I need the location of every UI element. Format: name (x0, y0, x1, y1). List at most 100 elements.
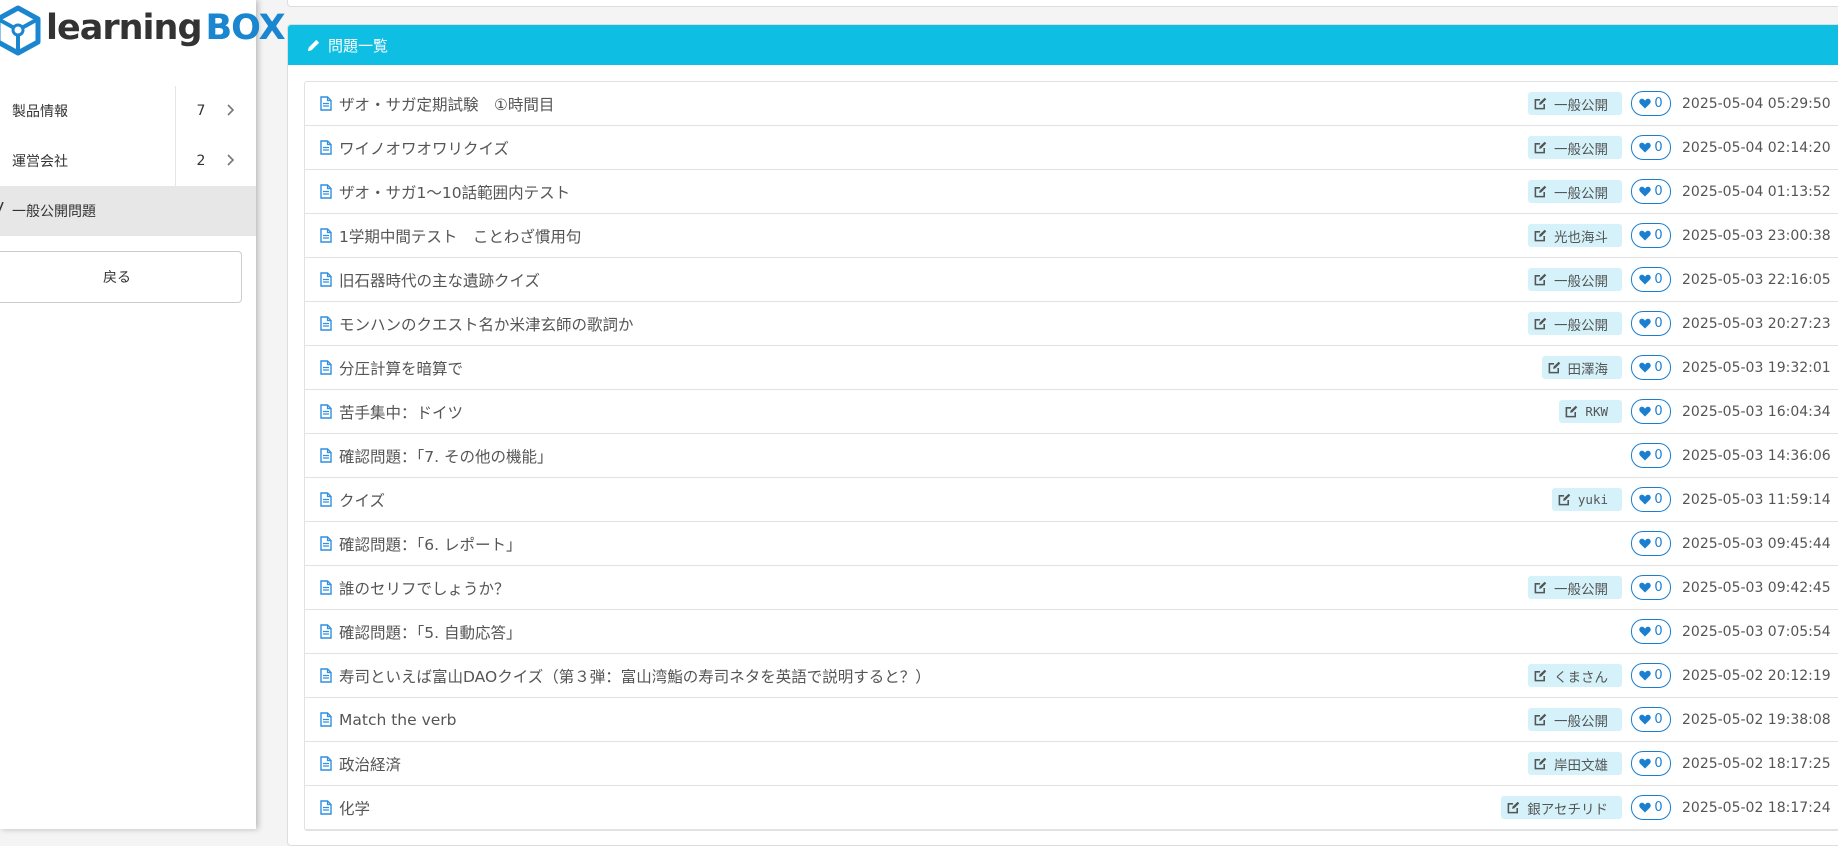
question-date: 2025-05-03 19:32:01 (1682, 359, 1831, 376)
like-button[interactable]: 0 (1631, 707, 1671, 732)
author-tag: 光也海斗 (1528, 224, 1622, 247)
like-button[interactable]: 0 (1631, 751, 1671, 776)
question-date: 2025-05-03 16:04:34 (1682, 403, 1831, 420)
logo[interactable]: learning BOX (0, 0, 286, 62)
panel-title: 問題一覧 (328, 36, 389, 55)
logo-cube-icon (0, 5, 41, 56)
author-tag: yuki (1551, 488, 1622, 511)
heart-icon (1639, 142, 1654, 153)
question-row[interactable]: 確認問題：「6. レポート」 0 2025-05-03 09:45:44 (305, 522, 1838, 566)
heart-icon (1639, 670, 1654, 681)
author-tag: 一般公開 (1528, 708, 1622, 731)
sidebar-item-label: 運営会社 (12, 154, 68, 170)
sidebar-item-company[interactable]: 運営会社 2 (0, 136, 256, 186)
question-title[interactable]: ザオ・サガ1〜10話範囲内テスト (339, 181, 1528, 203)
question-row[interactable]: 旧石器時代の主な遺跡クイズ 一般公開 0 2025-05-03 22:16:05 (305, 258, 1838, 302)
question-title[interactable]: 政治経済 (339, 753, 1528, 775)
question-date: 2025-05-03 07:05:54 (1682, 623, 1831, 640)
like-button[interactable]: 0 (1631, 531, 1671, 556)
question-title[interactable]: 確認問題：「5. 自動応答」 (339, 621, 1631, 643)
like-button[interactable]: 0 (1631, 223, 1671, 248)
like-count: 0 (1654, 360, 1663, 375)
author-tag: 一般公開 (1528, 576, 1622, 599)
question-row[interactable]: 苦手集中：ドイツ RKW 0 2025-05-03 16:04:34 (305, 390, 1838, 434)
author-tag: 一般公開 (1528, 312, 1622, 335)
file-text-icon (320, 316, 332, 331)
sidebar-item-products[interactable]: 製品情報 7 (0, 86, 256, 136)
question-date: 2025-05-03 09:42:45 (1682, 579, 1831, 596)
like-button[interactable]: 0 (1631, 399, 1671, 424)
author-tag: 田澤海 (1541, 356, 1622, 379)
question-row[interactable]: 政治経済 岸田文雄 0 2025-05-02 18:17:25 (305, 742, 1838, 786)
like-button[interactable]: 0 (1631, 487, 1671, 512)
question-title[interactable]: クイズ (339, 489, 1552, 511)
file-text-icon (320, 272, 332, 287)
question-row[interactable]: モンハンのクエスト名か米津玄師の歌詞か 一般公開 0 2025-05-03 20:27… (305, 302, 1838, 346)
question-row[interactable]: ワイノオワオワリクイズ 一般公開 0 2025-05-04 02:14:20 (305, 126, 1838, 170)
active-indicator-icon (0, 201, 4, 215)
question-title[interactable]: 誰のセリフでしょうか？ (339, 577, 1528, 599)
back-button[interactable]: 戻る (0, 251, 242, 303)
author-name: 一般公開 (1554, 141, 1608, 158)
like-button[interactable]: 0 (1631, 91, 1671, 116)
like-count: 0 (1654, 404, 1663, 419)
heart-icon (1639, 274, 1654, 285)
like-count: 0 (1654, 624, 1663, 639)
like-button[interactable]: 0 (1631, 575, 1671, 600)
question-title[interactable]: 苦手集中：ドイツ (339, 401, 1559, 423)
like-count: 0 (1654, 96, 1663, 111)
author-tag: 岸田文雄 (1528, 752, 1622, 775)
author-name: くまさん (1554, 669, 1608, 686)
question-title[interactable]: 1学期中間テスト ことわざ慣用句 (339, 225, 1528, 247)
file-text-icon (320, 228, 332, 243)
question-title[interactable]: ザオ・サガ定期試験 ①時間目 (339, 93, 1528, 115)
like-button[interactable]: 0 (1631, 355, 1671, 380)
like-button[interactable]: 0 (1631, 443, 1671, 468)
file-text-icon (320, 360, 332, 375)
like-count: 0 (1654, 536, 1663, 551)
sidebar-item-label: 一般公開問題 (12, 204, 96, 220)
like-count: 0 (1654, 184, 1663, 199)
author-name: 岸田文雄 (1554, 757, 1608, 774)
like-button[interactable]: 0 (1631, 267, 1671, 292)
question-date: 2025-05-04 05:29:50 (1682, 95, 1831, 112)
like-button[interactable]: 0 (1631, 311, 1671, 336)
author-tag: 一般公開 (1528, 92, 1622, 115)
question-title[interactable]: 確認問題：「7. その他の機能」 (339, 445, 1631, 467)
author-name: 一般公開 (1554, 273, 1608, 290)
question-title[interactable]: 寿司といえば富山DAOクイズ（第３弾：富山湾鮨の寿司ネタを英語で説明すると？） (339, 665, 1528, 687)
like-button[interactable]: 0 (1631, 663, 1671, 688)
edit-icon (1534, 713, 1547, 726)
question-title[interactable]: Match the verb (339, 711, 1528, 729)
like-button[interactable]: 0 (1631, 135, 1671, 160)
question-title[interactable]: 分圧計算を暗算で (339, 357, 1542, 379)
question-row[interactable]: クイズ yuki 0 2025-05-03 11:59:14 (305, 478, 1838, 522)
logo-text: learning BOX (46, 8, 286, 48)
question-title[interactable]: ワイノオワオワリクイズ (339, 137, 1528, 159)
question-title[interactable]: 化学 (339, 797, 1501, 819)
question-row[interactable]: ザオ・サガ1〜10話範囲内テスト 一般公開 0 2025-05-04 01:13:52 (305, 170, 1838, 214)
file-text-icon (320, 800, 332, 815)
question-title[interactable]: 確認問題：「6. レポート」 (339, 533, 1631, 555)
question-list: ザオ・サガ定期試験 ①時間目 一般公開 0 2025-05-04 05:29:50 ワイ… (304, 81, 1838, 831)
question-title[interactable]: 旧石器時代の主な遺跡クイズ (339, 269, 1528, 291)
file-text-icon (320, 536, 332, 551)
question-row[interactable]: 寿司といえば富山DAOクイズ（第３弾：富山湾鮨の寿司ネタを英語で説明すると？） く… (305, 654, 1838, 698)
question-row[interactable]: 1学期中間テスト ことわざ慣用句 光也海斗 0 2025-05-03 23:00:38 (305, 214, 1838, 258)
question-row[interactable]: ザオ・サガ定期試験 ①時間目 一般公開 0 2025-05-04 05:29:50 (305, 82, 1838, 126)
question-row[interactable]: 化学 銀アセチリド 0 2025-05-02 18:17:24 (305, 786, 1838, 830)
top-panel (287, 0, 1838, 7)
question-row[interactable]: Match the verb 一般公開 0 2025-05-02 19:38:08 (305, 698, 1838, 742)
heart-icon (1639, 802, 1654, 813)
question-row[interactable]: 分圧計算を暗算で 田澤海 0 2025-05-03 19:32:01 (305, 346, 1838, 390)
question-row[interactable]: 確認問題：「7. その他の機能」 0 2025-05-03 14:36:06 (305, 434, 1838, 478)
like-button[interactable]: 0 (1631, 619, 1671, 644)
sidebar-item-public-questions[interactable]: 一般公開問題 (0, 186, 256, 236)
question-row[interactable]: 誰のセリフでしょうか？ 一般公開 0 2025-05-03 09:42:45 (305, 566, 1838, 610)
like-button[interactable]: 0 (1631, 795, 1671, 820)
question-title[interactable]: モンハンのクエスト名か米津玄師の歌詞か (339, 313, 1528, 335)
like-button[interactable]: 0 (1631, 179, 1671, 204)
question-date: 2025-05-04 01:13:52 (1682, 183, 1831, 200)
file-text-icon (320, 492, 332, 507)
question-row[interactable]: 確認問題：「5. 自動応答」 0 2025-05-03 07:05:54 (305, 610, 1838, 654)
